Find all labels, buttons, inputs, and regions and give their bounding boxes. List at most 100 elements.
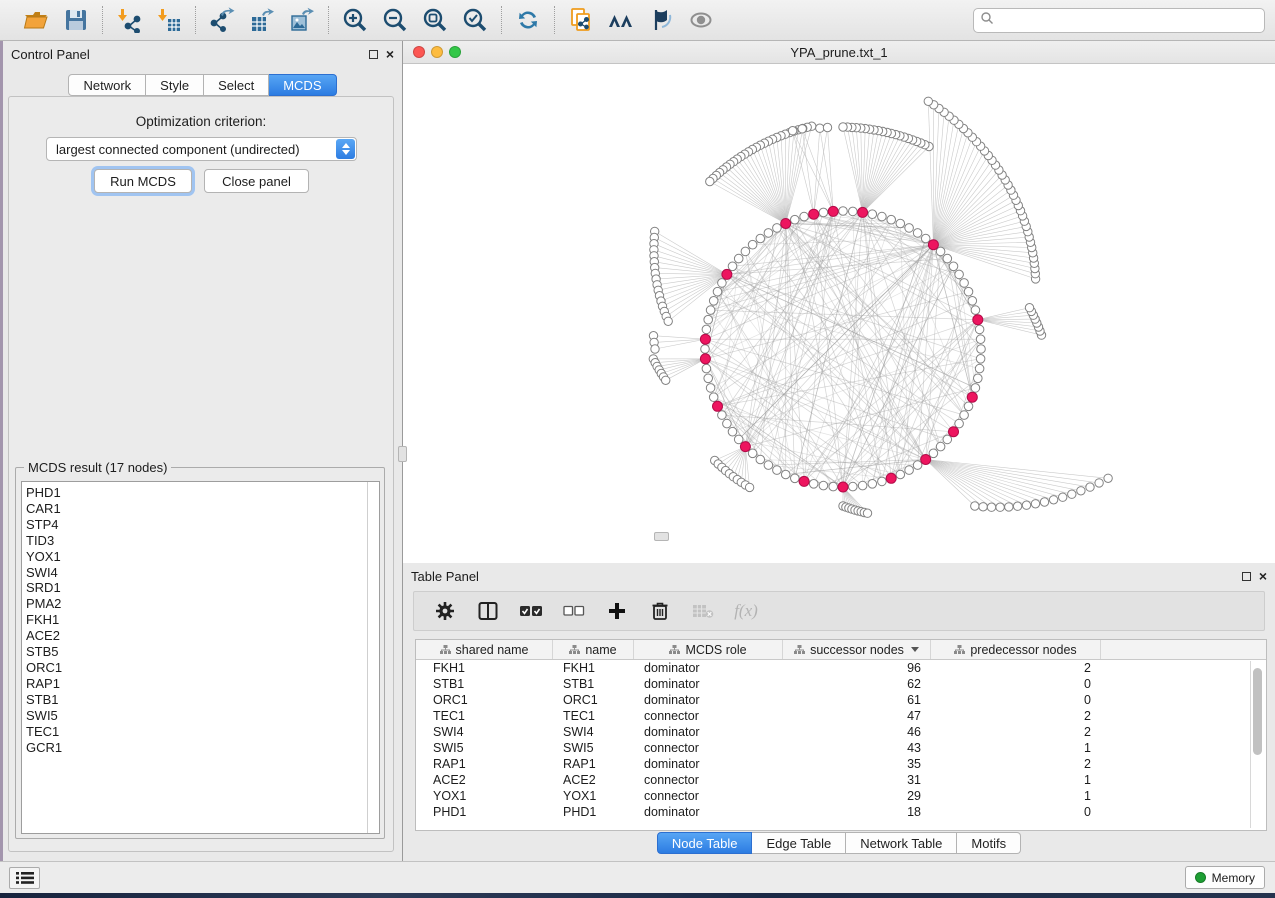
table-row[interactable]: ACE2ACE2connector311 xyxy=(416,772,1266,788)
import-table-icon[interactable] xyxy=(155,6,183,34)
mcds-result-item[interactable]: FKH1 xyxy=(26,612,367,628)
mcds-result-item[interactable]: ORC1 xyxy=(26,660,367,676)
table-scrollbar-thumb[interactable] xyxy=(1253,668,1262,755)
close-panel-icon[interactable]: × xyxy=(386,49,394,59)
cell-shared-name: ACE2 xyxy=(416,773,553,787)
new-column-icon[interactable] xyxy=(605,599,629,623)
mcds-result-item[interactable]: TEC1 xyxy=(26,724,367,740)
table-mode-icon[interactable] xyxy=(433,599,457,623)
table-row[interactable]: SWI5SWI5connector431 xyxy=(416,740,1266,756)
show-columns-icon[interactable] xyxy=(476,599,500,623)
zoom-out-icon[interactable] xyxy=(381,6,409,34)
table-row[interactable]: ORC1ORC1dominator610 xyxy=(416,692,1266,708)
horizontal-splitter-grip[interactable] xyxy=(654,532,669,541)
open-session-icon[interactable] xyxy=(22,6,50,34)
mcds-result-item[interactable]: STP4 xyxy=(26,517,367,533)
column-header-MCDS-role[interactable]: MCDS role xyxy=(634,640,783,659)
zoom-in-icon[interactable] xyxy=(341,6,369,34)
show-panel-list-button[interactable] xyxy=(9,867,40,889)
cell-name: YOX1 xyxy=(553,789,634,803)
column-header-predecessor-nodes[interactable]: predecessor nodes xyxy=(931,640,1101,659)
cell-MCDS-role: dominator xyxy=(634,661,783,675)
show-all-icon[interactable] xyxy=(687,6,715,34)
search-input[interactable] xyxy=(994,13,1258,29)
memory-button[interactable]: Memory xyxy=(1185,866,1265,889)
export-table-icon[interactable] xyxy=(248,6,276,34)
tab-style[interactable]: Style xyxy=(146,74,204,96)
new-network-from-selection-icon[interactable] xyxy=(567,6,595,34)
search-icon xyxy=(980,11,994,30)
mcds-result-item[interactable]: SWI5 xyxy=(26,708,367,724)
mcds-result-item[interactable]: SWI4 xyxy=(26,565,367,581)
table-row[interactable]: TEC1TEC1connector472 xyxy=(416,708,1266,724)
zoom-selected-icon[interactable] xyxy=(461,6,489,34)
table-row[interactable]: SWI4SWI4dominator462 xyxy=(416,724,1266,740)
tab-node-table[interactable]: Node Table xyxy=(657,832,753,854)
tab-network[interactable]: Network xyxy=(68,74,146,96)
table-toolbar: f(x) xyxy=(413,591,1265,631)
tab-edge-table[interactable]: Edge Table xyxy=(752,832,846,854)
list-icon xyxy=(16,871,34,885)
delete-columns-icon[interactable] xyxy=(648,599,672,623)
cell-successor-nodes: 31 xyxy=(783,773,931,787)
run-mcds-button[interactable]: Run MCDS xyxy=(94,169,192,193)
search-box[interactable] xyxy=(973,8,1265,33)
cell-shared-name: RAP1 xyxy=(416,757,553,771)
first-neighbors-icon[interactable] xyxy=(607,6,635,34)
zoom-window-icon[interactable] xyxy=(449,46,461,58)
table-row[interactable]: PHD1PHD1dominator180 xyxy=(416,804,1266,820)
column-header-shared-name[interactable]: shared name xyxy=(416,640,553,659)
mcds-result-item[interactable]: CAR1 xyxy=(26,501,367,517)
mcds-result-item[interactable]: SRD1 xyxy=(26,580,367,596)
cell-shared-name: SWI5 xyxy=(416,741,553,755)
vertical-splitter-grip[interactable] xyxy=(398,446,407,462)
cell-MCDS-role: connector xyxy=(634,789,783,803)
import-network-icon[interactable] xyxy=(115,6,143,34)
mcds-result-list[interactable]: PHD1CAR1STP4TID3YOX1SWI4SRD1PMA2FKH1ACE2… xyxy=(21,481,380,834)
close-table-panel-icon[interactable]: × xyxy=(1259,571,1267,581)
table-row[interactable]: RAP1RAP1dominator352 xyxy=(416,756,1266,772)
mcds-result-item[interactable]: ACE2 xyxy=(26,628,367,644)
tab-motifs[interactable]: Motifs xyxy=(957,832,1021,854)
export-image-icon[interactable] xyxy=(288,6,316,34)
zoom-fit-icon[interactable] xyxy=(421,6,449,34)
cell-predecessor-nodes: 0 xyxy=(931,693,1101,707)
criterion-select[interactable]: largest connected component (undirected) xyxy=(46,137,357,161)
cell-predecessor-nodes: 2 xyxy=(931,725,1101,739)
export-network-icon[interactable] xyxy=(208,6,236,34)
mcds-result-item[interactable]: GCR1 xyxy=(26,740,367,756)
table-row[interactable]: STB1STB1dominator620 xyxy=(416,676,1266,692)
table-row[interactable]: YOX1YOX1connector291 xyxy=(416,788,1266,804)
mcds-result-item[interactable]: PMA2 xyxy=(26,596,367,612)
node-table[interactable]: shared namenameMCDS rolesuccessor nodesp… xyxy=(415,639,1267,831)
float-table-panel-icon[interactable] xyxy=(1242,572,1251,581)
save-session-icon[interactable] xyxy=(62,6,90,34)
table-header-row: shared namenameMCDS rolesuccessor nodesp… xyxy=(416,640,1266,660)
cell-predecessor-nodes: 2 xyxy=(931,757,1101,771)
table-scrollbar[interactable] xyxy=(1250,661,1262,828)
mcds-result-item[interactable]: YOX1 xyxy=(26,549,367,565)
tab-network-table[interactable]: Network Table xyxy=(846,832,957,854)
mcds-result-item[interactable]: PHD1 xyxy=(26,485,367,501)
close-window-icon[interactable] xyxy=(413,46,425,58)
mcds-result-item[interactable]: STB5 xyxy=(26,644,367,660)
deselect-all-icon[interactable] xyxy=(562,599,586,623)
cell-shared-name: STB1 xyxy=(416,677,553,691)
network-titlebar[interactable]: YPA_prune.txt_1 xyxy=(403,41,1275,64)
tab-select[interactable]: Select xyxy=(204,74,269,96)
select-all-icon[interactable] xyxy=(519,599,543,623)
apply-layout-icon[interactable] xyxy=(514,6,542,34)
mcds-result-item[interactable]: TID3 xyxy=(26,533,367,549)
mcds-result-item[interactable]: RAP1 xyxy=(26,676,367,692)
result-scrollbar[interactable] xyxy=(367,482,379,833)
float-panel-icon[interactable] xyxy=(369,50,378,59)
close-panel-button[interactable]: Close panel xyxy=(204,169,309,193)
network-canvas[interactable] xyxy=(403,64,1275,558)
column-header-name[interactable]: name xyxy=(553,640,634,659)
hide-selected-icon[interactable] xyxy=(647,6,675,34)
mcds-result-item[interactable]: STB1 xyxy=(26,692,367,708)
tab-mcds[interactable]: MCDS xyxy=(269,74,336,96)
column-header-successor-nodes[interactable]: successor nodes xyxy=(783,640,931,659)
minimize-window-icon[interactable] xyxy=(431,46,443,58)
table-row[interactable]: FKH1FKH1dominator962 xyxy=(416,660,1266,676)
